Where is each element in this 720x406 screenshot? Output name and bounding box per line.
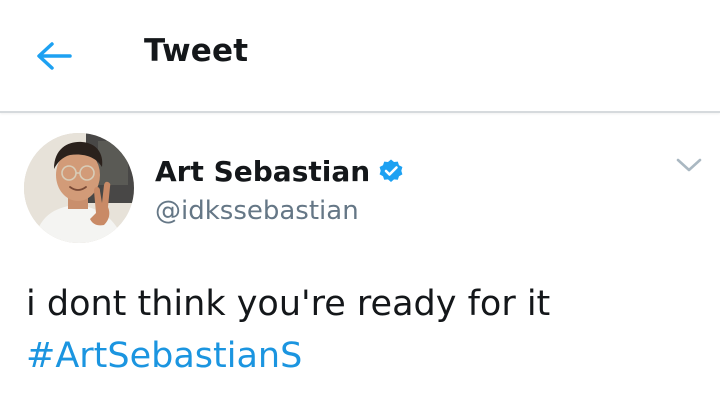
chevron-down-icon xyxy=(676,158,702,172)
author-name[interactable]: Art Sebastian xyxy=(155,155,370,188)
avatar[interactable] xyxy=(24,133,134,243)
author-name-row[interactable]: Art Sebastian xyxy=(155,153,404,189)
top-app-bar: Tweet xyxy=(0,0,720,113)
tweet-detail-screen: Tweet Art Sebastian @idkssebastian i don… xyxy=(0,0,720,406)
tweet-menu-button[interactable] xyxy=(672,151,706,179)
back-button[interactable] xyxy=(30,34,78,78)
hashtag-link[interactable]: #ArtSebastianS xyxy=(26,330,550,382)
avatar-photo xyxy=(24,133,134,243)
tweet-body-text: i dont think you're ready for it xyxy=(26,284,551,324)
tweet-card: Art Sebastian @idkssebastian i dont thin… xyxy=(0,113,720,406)
tweet-text: i dont think you're ready for it #ArtSeb… xyxy=(26,278,550,382)
page-title: Tweet xyxy=(144,33,249,69)
back-arrow-icon xyxy=(37,42,72,70)
author-handle[interactable]: @idkssebastian xyxy=(155,196,359,226)
verified-badge-icon xyxy=(378,158,404,184)
